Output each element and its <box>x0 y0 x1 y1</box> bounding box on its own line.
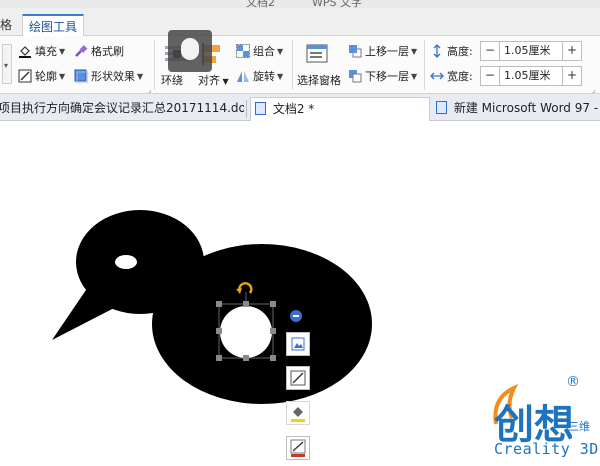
send-backward-button[interactable]: 下移一层 ▼ <box>348 66 417 86</box>
logo-cn-text: 三维 <box>568 420 590 433</box>
height-stepper[interactable]: − 1.05厘米 + <box>480 41 582 61</box>
fill-color-icon <box>291 407 305 422</box>
document-tab-bar: 项目执行方向确定会议记录汇总20171114.doc 文档2 * 新建 Micr… <box>0 94 600 121</box>
width-decrement-button[interactable]: − <box>481 67 499 85</box>
width-stepper[interactable]: − 1.05厘米 + <box>480 66 582 86</box>
height-label: 高度: <box>447 45 473 58</box>
group-label: 组合 <box>253 45 275 58</box>
ribbon-separator <box>424 40 425 90</box>
send-backward-icon <box>348 69 362 83</box>
group-icon <box>236 44 250 58</box>
doc-tab-2[interactable]: 文档2 * <box>250 97 430 121</box>
width-label-group: 宽度: <box>430 66 473 86</box>
doc-tab-label: 项目执行方向确定会议记录汇总20171114.doc <box>0 101 244 115</box>
line-color-icon <box>290 439 306 457</box>
ribbon-separator <box>292 40 293 90</box>
doc-tab-label: 新建 Microsoft Word 97 - 20 <box>453 101 600 115</box>
document-icon <box>436 101 447 114</box>
send-backward-label: 下移一层 <box>365 70 409 83</box>
bring-forward-label: 上移一层 <box>365 45 409 58</box>
creality-logo-icon: 创想 <box>493 383 572 448</box>
window-title-left: 文档2 <box>246 0 275 8</box>
window-title-right: WPS 文字 <box>312 0 362 8</box>
size-dialog-launcher-icon[interactable]: ⌟ <box>592 86 595 94</box>
shape-effects-icon <box>74 69 89 84</box>
line-color-button[interactable] <box>286 436 310 460</box>
fill-label: 填充 <box>35 45 57 58</box>
selection-pane-icon[interactable] <box>306 44 330 66</box>
width-label: 宽度: <box>447 70 473 83</box>
group-button[interactable]: 组合 ▼ <box>236 41 283 61</box>
format-brush-label: 格式刷 <box>91 45 124 58</box>
document-icon <box>255 102 266 115</box>
ribbon-panel: ▾ 填充 ▼ 格式刷 轮廓 ▼ 形状效果 ▼ ⌟ 环绕 对齐 ▼ 组合 ▼ 旋转… <box>0 30 600 94</box>
doc-tab-1[interactable]: 项目执行方向确定会议记录汇总20171114.doc <box>0 97 244 121</box>
width-increment-button[interactable]: + <box>563 67 581 85</box>
creality-watermark: 创想 ® 三维 Creality 3D <box>488 374 598 466</box>
tab-drawing-tools[interactable]: 绘图工具 <box>22 14 85 37</box>
height-increment-button[interactable]: + <box>563 42 581 60</box>
height-icon <box>430 44 444 58</box>
rotate-label: 旋转 <box>253 70 275 83</box>
pointer-icon <box>181 38 199 60</box>
shape-effects-button[interactable]: 形状效果 ▼ <box>74 66 143 86</box>
doc-tab-label: 文档2 * <box>272 102 315 116</box>
tab-divider <box>246 100 247 118</box>
outline-button[interactable]: 轮廓 ▼ <box>18 66 65 86</box>
width-input[interactable]: 1.05厘米 <box>499 67 563 85</box>
quick-styles-scroll[interactable]: ▾ <box>2 44 12 84</box>
rotate-button[interactable]: 旋转 ▼ <box>236 66 283 86</box>
logo-en-text: Creality 3D <box>494 440 599 458</box>
ribbon-separator <box>154 40 155 90</box>
bird-eye-shape[interactable] <box>115 255 137 269</box>
bring-forward-icon <box>348 44 362 58</box>
doc-tab-3[interactable]: 新建 Microsoft Word 97 - 20 <box>432 97 600 121</box>
title-bar: 文档2 WPS 文字 <box>0 0 600 8</box>
collapse-circle-icon[interactable] <box>290 310 302 322</box>
format-brush-button[interactable]: 格式刷 <box>74 41 124 61</box>
registered-mark: ® <box>566 374 580 390</box>
layout-options-icon <box>291 337 305 351</box>
document-canvas[interactable]: 创想 ® 三维 Creality 3D <box>0 122 600 466</box>
tab-partial[interactable]: 格 <box>0 14 18 36</box>
width-icon <box>430 69 444 83</box>
dialog-launcher-icon[interactable]: ⌟ <box>148 86 151 94</box>
shape-outline-icon <box>290 370 306 386</box>
fill-color-button[interactable] <box>286 401 310 425</box>
fill-button[interactable]: 填充 ▼ <box>18 41 65 61</box>
height-label-group: 高度: <box>430 41 473 61</box>
tooltip-bubble <box>168 30 212 72</box>
ribbon-tab-bar: 格 绘图工具 <box>0 8 600 37</box>
align-label[interactable]: 对齐 ▼ <box>198 72 229 88</box>
bring-forward-button[interactable]: 上移一层 ▼ <box>348 41 417 61</box>
wrap-label[interactable]: 环绕 <box>161 72 183 88</box>
outline-label: 轮廓 <box>35 70 57 83</box>
selected-circle-shape[interactable] <box>220 306 272 358</box>
selection-pane-label[interactable]: 选择窗格 <box>297 72 341 88</box>
outline-pen-icon <box>18 69 32 83</box>
layout-options-button[interactable] <box>286 332 310 356</box>
rotate-icon <box>236 69 250 83</box>
height-decrement-button[interactable]: − <box>481 42 499 60</box>
shape-effects-label: 形状效果 <box>91 70 135 83</box>
shape-style-button[interactable] <box>286 366 310 390</box>
fill-bucket-icon <box>18 44 32 58</box>
height-input[interactable]: 1.05厘米 <box>499 42 563 60</box>
paint-brush-icon <box>74 44 88 58</box>
